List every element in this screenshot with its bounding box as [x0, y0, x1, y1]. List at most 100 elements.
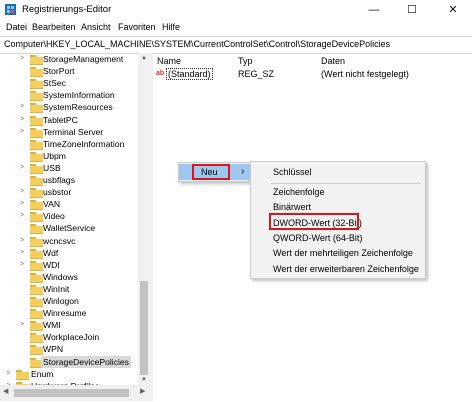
submenu-item-multi-string[interactable]: Wert der mehrteiligen Zeichenfolge	[251, 245, 425, 261]
value-row[interactable]: ab (Standard) REG_SZ (Wert nicht festgel…	[153, 68, 474, 81]
tree-item[interactable]: > StorageManagement	[0, 53, 150, 65]
scroll-thumb[interactable]	[140, 281, 148, 375]
tree-item[interactable]: usbflags	[0, 174, 150, 186]
tree-item[interactable]: > WMI	[0, 319, 150, 332]
folder-icon	[30, 333, 43, 344]
title-bar: Registrierungs-Editor — ☐ ✕	[0, 0, 474, 20]
tree-item[interactable]: WalletService	[0, 222, 150, 235]
tree-vertical-scrollbar[interactable]: ▲ ▼	[138, 53, 150, 385]
expand-arrow-icon[interactable]: >	[20, 321, 24, 328]
folder-icon	[30, 309, 43, 320]
tree-item[interactable]: > Enum	[0, 368, 150, 380]
folder-icon	[30, 212, 43, 223]
tree-item[interactable]: Winlogon	[0, 295, 150, 307]
menu-datei[interactable]: Datei	[6, 22, 27, 32]
tree-item[interactable]: Ubpm	[0, 150, 150, 162]
expand-arrow-icon[interactable]: >	[20, 128, 24, 135]
expand-arrow-icon[interactable]: >	[20, 212, 24, 219]
column-data[interactable]: Daten	[321, 56, 345, 66]
expand-arrow-icon[interactable]: >	[6, 370, 10, 377]
expand-arrow-icon[interactable]: >	[20, 261, 24, 268]
tree-item[interactable]: Winresume	[0, 307, 150, 320]
folder-icon	[30, 297, 43, 307]
folder-icon	[30, 224, 43, 235]
highlight-box-neu	[192, 164, 230, 180]
menu-hilfe[interactable]: Hilfe	[162, 22, 180, 32]
tree-item[interactable]: StSec	[0, 77, 150, 90]
close-button[interactable]: ✕	[434, 0, 472, 20]
submenu-item-schluessel-label: Schlüssel	[273, 167, 312, 177]
tree-item[interactable]: StorageDevicePolicies	[0, 355, 150, 368]
tree-item-label: WDI	[43, 259, 60, 270]
tree-item[interactable]: > VAN	[0, 198, 150, 211]
tree-item[interactable]: > Video	[0, 210, 150, 223]
tree-item[interactable]: > Wdf	[0, 247, 150, 259]
folder-icon	[30, 67, 43, 78]
scroll-right-arrow-icon[interactable]: ▶	[140, 387, 145, 395]
submenu-item-qword[interactable]: QWORD-Wert (64-Bit)	[251, 230, 425, 246]
submenu-item-expandable-string-label: Wert der erweiterbaren Zeichenfolge	[273, 264, 419, 274]
folder-icon	[30, 321, 43, 332]
value-name[interactable]: (Standard)	[166, 68, 213, 80]
tree-item[interactable]: Windows	[0, 271, 150, 283]
pane-splitter[interactable]	[150, 53, 153, 401]
key-tree: > StorageManagement StorPort StSec SystemInf…	[0, 53, 150, 385]
tree-item-label: SystemResources	[43, 102, 113, 113]
tree-item-label: Wdf	[43, 247, 59, 258]
tree-item[interactable]: > wcncsvc	[0, 235, 150, 247]
tree-item-label: Windows	[43, 271, 78, 282]
tree-item[interactable]: > usbstor	[0, 186, 150, 199]
tree-item[interactable]: SystemInformation	[0, 89, 150, 102]
expand-arrow-icon[interactable]: >	[20, 116, 24, 123]
expand-arrow-icon[interactable]: >	[20, 200, 24, 207]
address-bar[interactable]: Computer\HKEY_LOCAL_MACHINE\SYSTEM\Curre…	[0, 36, 472, 54]
folder-icon	[30, 272, 43, 283]
tree-item[interactable]: > TabletPC	[0, 114, 150, 126]
string-value-icon: ab	[156, 70, 165, 77]
registry-editor-icon	[5, 4, 16, 15]
tree-item-label: usbflags	[43, 175, 76, 185]
tree-item[interactable]: TimeZoneInformation	[0, 138, 150, 150]
scroll-down-arrow-icon[interactable]: ▼	[138, 375, 150, 385]
tree-item[interactable]: WinInit	[0, 283, 150, 295]
expand-arrow-icon[interactable]: >	[20, 237, 24, 244]
folder-icon	[30, 79, 43, 90]
expand-arrow-icon[interactable]: >	[20, 103, 24, 110]
maximize-button[interactable]: ☐	[393, 0, 431, 20]
tree-item-label: Video	[43, 211, 65, 222]
tree-item[interactable]: WorkplaceJoin	[0, 331, 150, 344]
folder-icon	[30, 139, 43, 150]
scroll-up-arrow-icon[interactable]: ▲	[138, 53, 150, 63]
tree-item[interactable]: > WDI	[0, 259, 150, 271]
submenu-item-schluessel[interactable]: Schlüssel	[251, 164, 425, 180]
tree-item[interactable]: WPN	[0, 343, 150, 356]
folder-icon	[30, 115, 43, 126]
tree-horizontal-scrollbar[interactable]: ◀ ▶	[0, 385, 150, 401]
folder-icon	[30, 176, 43, 186]
tree-item-label: Enum	[31, 368, 54, 379]
expand-arrow-icon[interactable]: >	[20, 164, 24, 171]
address-path[interactable]: Computer\HKEY_LOCAL_MACHINE\SYSTEM\Curre…	[4, 39, 390, 49]
column-name[interactable]: Name	[157, 56, 181, 66]
column-type[interactable]: Typ	[238, 56, 253, 66]
tree-item[interactable]: > SystemResources	[0, 101, 150, 114]
tree-item-label: VAN	[43, 199, 61, 210]
tree-item[interactable]: StorPort	[0, 65, 150, 78]
menu-ansicht[interactable]: Ansicht	[81, 22, 111, 32]
horizontal-scroll-thumb[interactable]	[14, 389, 129, 397]
expand-arrow-icon[interactable]: >	[20, 249, 24, 256]
expand-arrow-icon[interactable]: >	[20, 188, 24, 195]
value-type: REG_SZ	[238, 69, 275, 79]
tree-item[interactable]: > USB	[0, 162, 150, 174]
menu-favoriten[interactable]: Favoriten	[118, 22, 156, 32]
minimize-button[interactable]: —	[355, 0, 393, 20]
submenu-item-zeichenfolge[interactable]: Zeichenfolge	[251, 184, 425, 200]
tree-item[interactable]: > Terminal Server	[0, 126, 150, 138]
scroll-left-arrow-icon[interactable]: ◀	[3, 387, 8, 395]
tree-item-label: usbstor	[43, 187, 72, 198]
menu-bearbeiten[interactable]: Bearbeiten	[32, 22, 76, 32]
tree-item-label: StorageDevicePolicies	[41, 355, 131, 368]
expand-arrow-icon[interactable]: >	[20, 55, 24, 62]
value-data: (Wert nicht festgelegt)	[321, 69, 409, 79]
submenu-item-expandable-string[interactable]: Wert der erweiterbaren Zeichenfolge	[251, 261, 425, 277]
